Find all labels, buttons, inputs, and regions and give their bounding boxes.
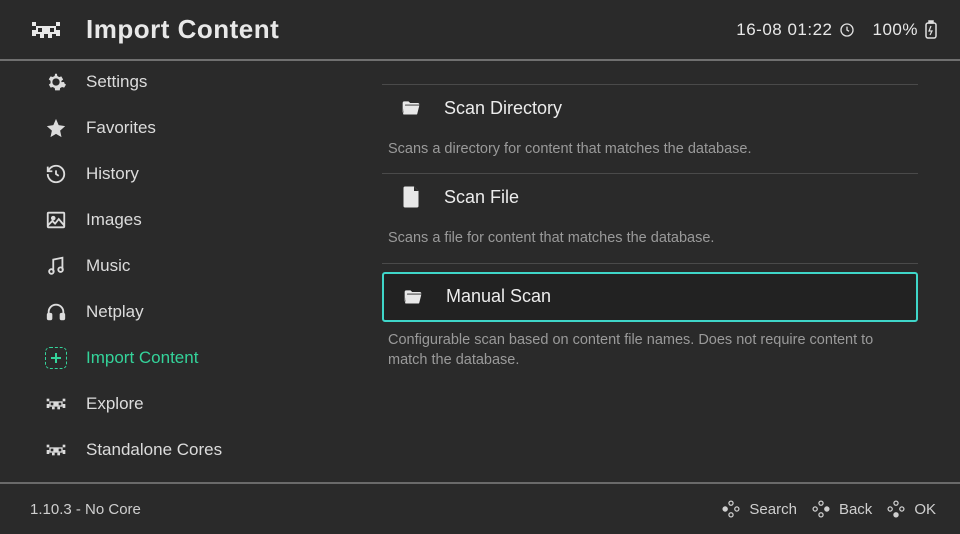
- sidebar-item-label: Import Content: [86, 348, 198, 368]
- invader-logo-icon: [28, 18, 64, 42]
- image-icon: [44, 208, 68, 232]
- dpad-icon: [721, 499, 741, 519]
- footer-actions: Search Back OK: [721, 499, 936, 519]
- dpad-icon: [811, 499, 831, 519]
- clock-icon: [839, 22, 855, 38]
- footer-action-label: Back: [839, 501, 872, 518]
- status-bar: 16-08 01:22 100%: [736, 20, 938, 40]
- content-item-row[interactable]: Scan File: [382, 174, 918, 220]
- sidebar-item-images[interactable]: Images: [0, 197, 340, 243]
- sidebar-item-label: Favorites: [86, 118, 156, 138]
- footer: 1.10.3 - No Core Search Back: [0, 482, 960, 534]
- content-item-scan-directory: Scan Directory Scans a directory for con…: [382, 84, 918, 174]
- sidebar-item-label: Settings: [86, 72, 147, 92]
- sidebar-item-label: History: [86, 164, 139, 184]
- content-item-desc: Scans a directory for content that match…: [382, 131, 902, 173]
- content-panel: Scan Directory Scans a directory for con…: [340, 61, 960, 479]
- content-item-desc: Scans a file for content that matches th…: [382, 220, 902, 262]
- gear-icon: [44, 70, 68, 94]
- dpad-icon: [886, 499, 906, 519]
- sidebar-item-label: Explore: [86, 394, 144, 414]
- main: Settings Favorites History: [0, 61, 960, 479]
- status-battery-pct: 100%: [873, 20, 918, 40]
- header: Import Content 16-08 01:22 100%: [0, 0, 960, 61]
- footer-version: 1.10.3 - No Core: [30, 501, 141, 518]
- history-icon: [44, 162, 68, 186]
- sidebar-item-settings[interactable]: Settings: [0, 61, 340, 105]
- footer-action-back[interactable]: Back: [811, 499, 872, 519]
- status-datetime: 16-08 01:22: [736, 20, 832, 40]
- footer-action-label: Search: [749, 501, 797, 518]
- page-title: Import Content: [86, 14, 279, 45]
- content-item-label: Scan Directory: [444, 98, 562, 119]
- sidebar-item-favorites[interactable]: Favorites: [0, 105, 340, 151]
- content-item-scan-file: Scan File Scans a file for content that …: [382, 173, 918, 263]
- sidebar-item-label: Netplay: [86, 302, 144, 322]
- content-item-row[interactable]: Scan Directory: [382, 85, 918, 131]
- content-item-row[interactable]: Manual Scan: [382, 272, 918, 322]
- file-icon: [400, 186, 422, 208]
- folder-open-icon: [402, 286, 424, 308]
- footer-action-ok[interactable]: OK: [886, 499, 936, 519]
- sidebar-item-import-content[interactable]: Import Content: [0, 335, 340, 381]
- folder-open-icon: [400, 97, 422, 119]
- content-item-label: Scan File: [444, 187, 519, 208]
- battery-charging-icon: [924, 20, 938, 40]
- sidebar-item-netplay[interactable]: Netplay: [0, 289, 340, 335]
- plus-box-icon: [44, 346, 68, 370]
- sidebar-item-explore[interactable]: Explore: [0, 381, 340, 427]
- music-icon: [44, 254, 68, 278]
- sidebar-item-label: Images: [86, 210, 142, 230]
- footer-action-label: OK: [914, 501, 936, 518]
- sidebar-item-standalone-cores[interactable]: Standalone Cores: [0, 427, 340, 473]
- invader-icon: [44, 438, 68, 462]
- sidebar-item-label: Music: [86, 256, 130, 276]
- footer-action-search[interactable]: Search: [721, 499, 797, 519]
- content-item-manual-scan: Manual Scan Configurable scan based on c…: [382, 272, 918, 385]
- content-item-desc: Configurable scan based on content file …: [382, 322, 902, 385]
- sidebar-item-label: Standalone Cores: [86, 440, 222, 460]
- sidebar-item-history[interactable]: History: [0, 151, 340, 197]
- sidebar: Settings Favorites History: [0, 61, 340, 479]
- invader-icon: [44, 392, 68, 416]
- headset-icon: [44, 300, 68, 324]
- star-icon: [44, 116, 68, 140]
- sidebar-item-music[interactable]: Music: [0, 243, 340, 289]
- content-item-label: Manual Scan: [446, 286, 551, 307]
